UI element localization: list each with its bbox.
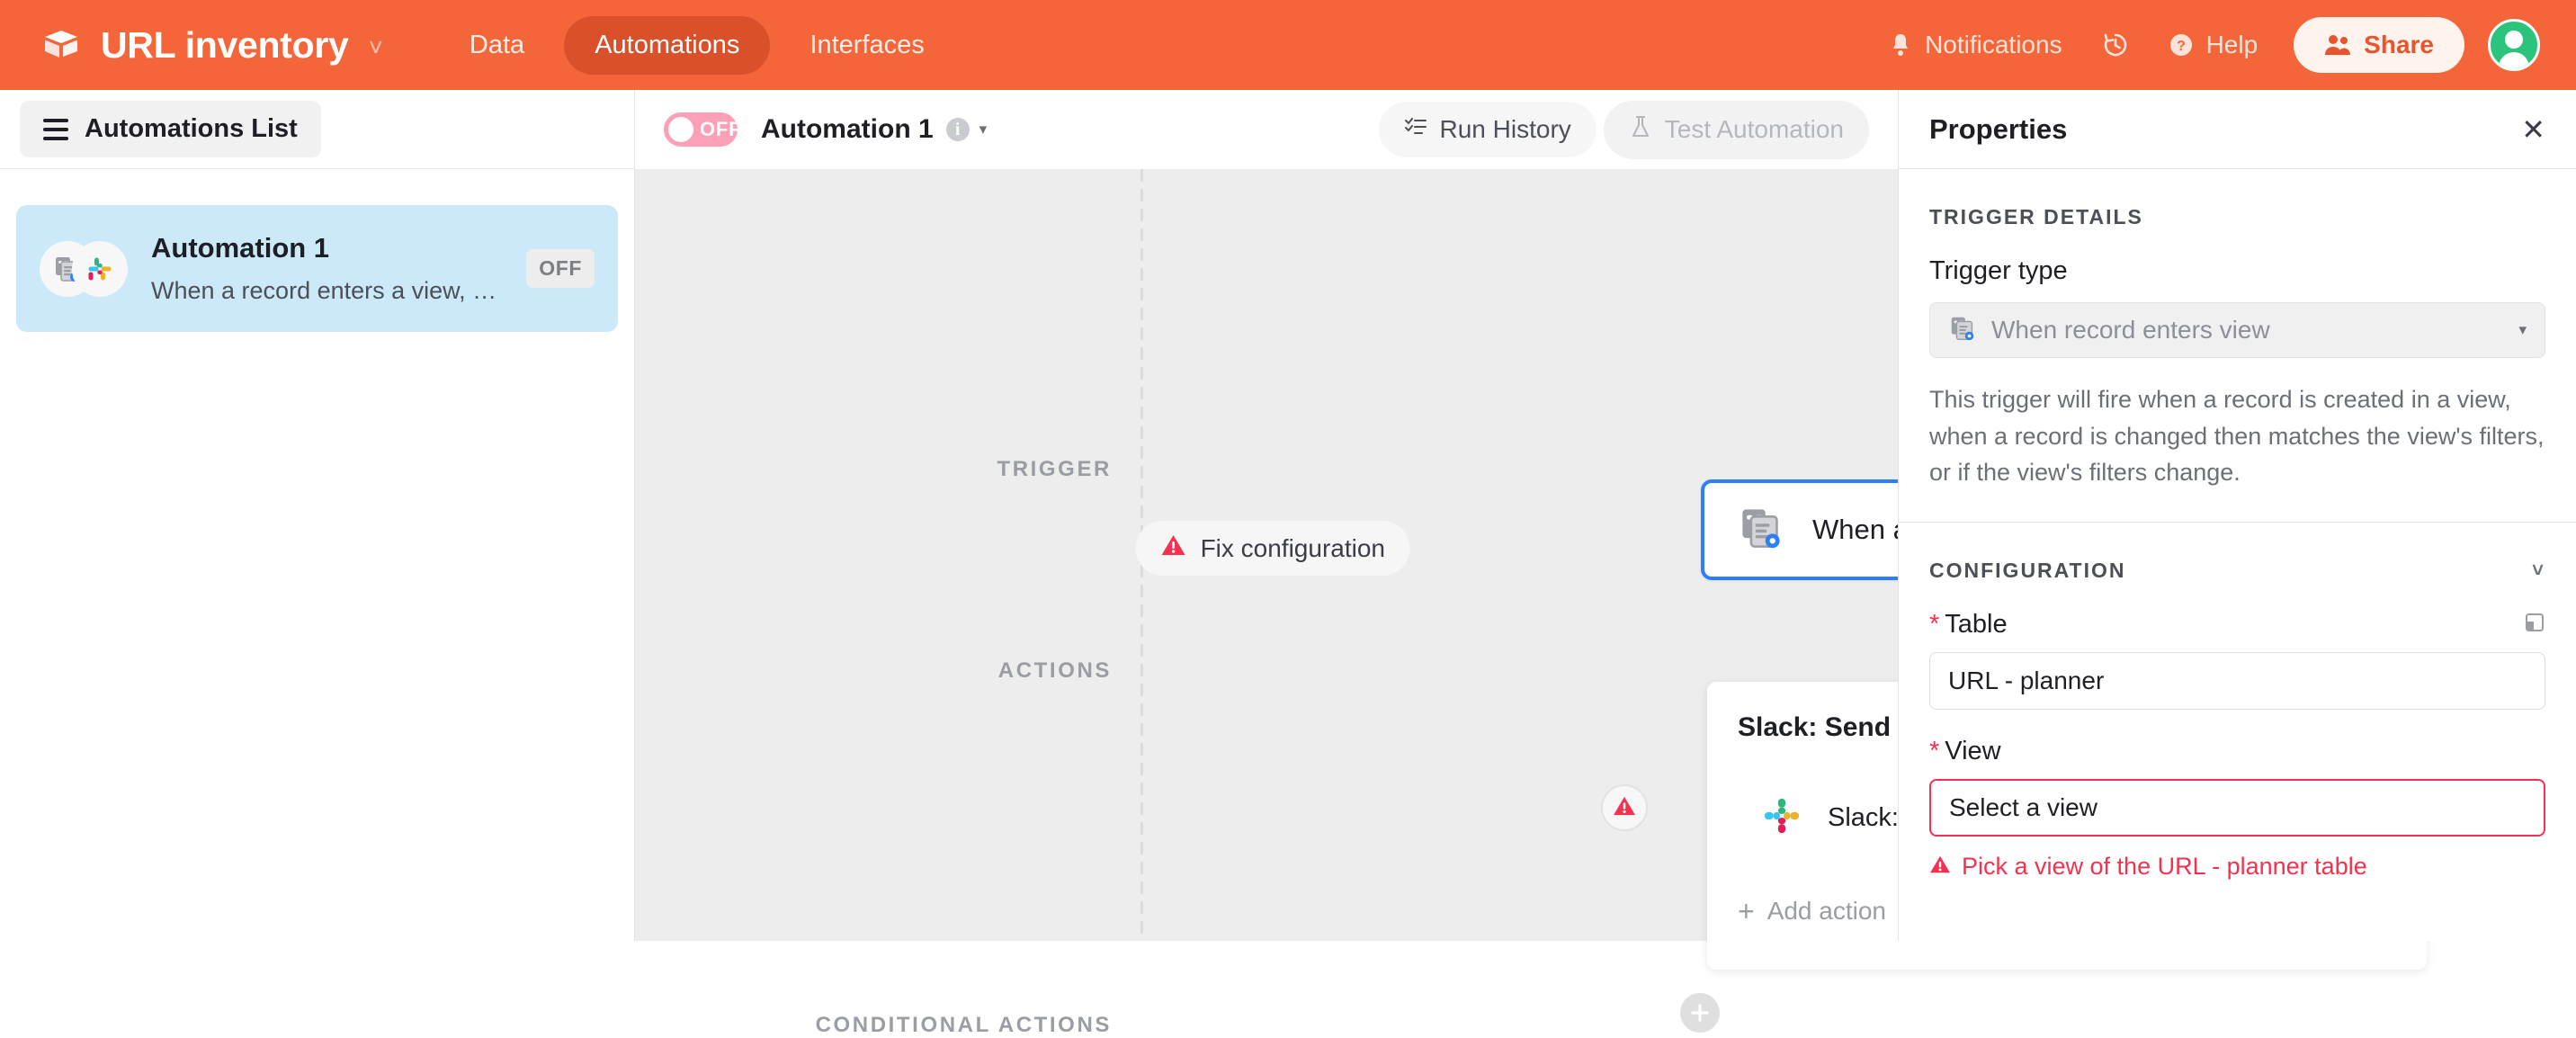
configuration-section: CONFIGURATION ˅ * Table URL - planner * Vi…	[1899, 521, 2576, 881]
properties-panel: Properties ✕ TRIGGER DETAILS Trigger typ…	[1898, 90, 2576, 941]
automations-list-label: Automations List	[85, 114, 298, 143]
list-item[interactable]: Automation 1 When a record enters a view…	[16, 205, 618, 332]
bell-icon	[1889, 32, 1912, 58]
info-icon[interactable]: i	[945, 118, 970, 141]
trigger-type-label: Trigger type	[1929, 256, 2068, 285]
section-label-trigger: TRIGGER	[997, 457, 1112, 481]
fix-configuration-label: Fix configuration	[1200, 533, 1385, 562]
primary-nav: Data Automations Interfaces	[439, 15, 955, 75]
automation-flow-canvas: TRIGGER ACTIONS CONDITIONAL ACTIONS Fix …	[635, 169, 2427, 1037]
trigger-type-value: When record enters view	[1991, 316, 2270, 344]
notifications-button[interactable]: Notifications	[1869, 20, 2082, 70]
question-circle-icon: ?	[2169, 32, 2194, 58]
trigger-details-title: TRIGGER DETAILS	[1929, 205, 2143, 228]
open-table-icon[interactable]	[2524, 612, 2545, 638]
automation-enable-toggle[interactable]: OFF	[664, 112, 742, 147]
tab-interfaces[interactable]: Interfaces	[779, 16, 954, 75]
automation-name[interactable]: Automation 1	[761, 114, 934, 145]
notifications-label: Notifications	[1925, 31, 2062, 58]
configuration-title[interactable]: CONFIGURATION ˅	[1929, 559, 2545, 583]
slack-icon	[72, 240, 128, 297]
flask-icon	[1629, 114, 1652, 146]
required-asterisk: *	[1929, 609, 1940, 639]
sidebar-header: Automations List	[0, 90, 634, 169]
toolbar-actions: Run History Test Automation	[1378, 100, 1869, 159]
view-value: Select a view	[1949, 792, 2097, 821]
people-icon	[2324, 33, 2351, 57]
configuration-title-label: CONFIGURATION	[1929, 558, 2126, 582]
svg-text:?: ?	[2177, 39, 2186, 54]
list-item-title: Automation 1	[151, 232, 330, 264]
base-title: URL inventory	[101, 23, 349, 66]
view-error-text: Pick a view of the URL - planner table	[1962, 852, 2367, 880]
tab-automations[interactable]: Automations	[564, 15, 771, 75]
chevron-down-icon[interactable]: ˅	[369, 35, 383, 60]
share-label: Share	[2364, 31, 2434, 58]
add-action-label: Add action	[1767, 897, 1887, 925]
fix-configuration-button[interactable]: Fix configuration	[1135, 521, 1410, 576]
table-label-text: Table	[1945, 609, 2008, 639]
toggle-knob	[668, 117, 693, 142]
tab-data[interactable]: Data	[439, 16, 555, 75]
trigger-type-select[interactable]: When record enters view ▾	[1929, 302, 2545, 358]
app-header-actions: Notifications ? Help Share	[1869, 17, 2540, 73]
run-history-button[interactable]: Run History	[1378, 102, 1597, 157]
automations-list-button[interactable]: Automations List	[20, 101, 321, 157]
view-input[interactable]: Select a view	[1929, 778, 2545, 837]
table-input[interactable]: URL - planner	[1929, 651, 2545, 710]
close-icon[interactable]: ✕	[2521, 115, 2545, 144]
test-automation-label: Test Automation	[1664, 115, 1844, 143]
run-history-icon	[1404, 115, 1427, 144]
automation-canvas-column: OFF Automation 1 i ▾ Run History Test Au…	[635, 90, 2427, 1037]
automation-icons	[40, 240, 128, 297]
properties-title: Properties	[1929, 112, 2068, 145]
history-clock-icon	[2102, 31, 2129, 58]
properties-header: Properties ✕	[1899, 90, 2576, 169]
trigger-details-section: TRIGGER DETAILS Trigger type When record…	[1899, 169, 2576, 491]
run-history-label: Run History	[1439, 115, 1571, 143]
hamburger-icon	[43, 118, 68, 140]
view-label-text: View	[1945, 736, 2001, 765]
toggle-state-label: OFF	[700, 118, 742, 140]
help-label: Help	[2205, 31, 2258, 58]
chevron-down-icon[interactable]: ˅	[2532, 559, 2545, 582]
section-label-conditional-actions: CONDITIONAL ACTIONS	[815, 1013, 1112, 1037]
record-enters-view-icon	[1948, 314, 1977, 347]
required-asterisk: *	[1929, 736, 1940, 765]
list-item-subtitle: When a record enters a view, send a …	[151, 277, 503, 304]
warning-triangle-icon	[1613, 795, 1636, 821]
slack-icon	[1761, 795, 1802, 841]
action-warning-indicator[interactable]	[1601, 784, 1648, 831]
chevron-down-icon[interactable]: ▾	[979, 121, 988, 139]
automations-sidebar: Automations List Automation 1 When a rec…	[0, 90, 635, 941]
test-automation-button[interactable]: Test Automation	[1603, 100, 1869, 159]
avatar[interactable]	[2488, 19, 2540, 71]
view-error-message: Pick a view of the URL - planner table	[1929, 853, 2545, 881]
table-label: * Table	[1929, 610, 2524, 640]
help-button[interactable]: ? Help	[2149, 20, 2278, 70]
section-label-actions: ACTIONS	[997, 658, 1112, 683]
status-badge: OFF	[526, 249, 595, 288]
view-label: * View	[1929, 737, 2545, 766]
history-button[interactable]	[2082, 21, 2149, 69]
airtable-logo-icon	[41, 25, 81, 65]
warning-triangle-icon	[1929, 853, 1951, 881]
brand-block[interactable]: URL inventory ˅	[41, 24, 383, 67]
list-item-text: Automation 1 When a record enters a view…	[151, 232, 503, 305]
warning-triangle-icon	[1161, 533, 1186, 563]
plus-icon: +	[1738, 895, 1755, 927]
add-conditional-action-button[interactable]	[1680, 993, 1720, 1033]
table-field-header: * Table	[1929, 610, 2545, 640]
automation-toolbar: OFF Automation 1 i ▾ Run History Test Au…	[635, 90, 1898, 169]
table-value: URL - planner	[1948, 666, 2105, 694]
chevron-down-icon: ▾	[2518, 321, 2527, 338]
share-button[interactable]: Share	[2294, 17, 2464, 73]
trigger-description: This trigger will fire when a record is …	[1929, 386, 2545, 486]
app-header: URL inventory ˅ Data Automations Interfa…	[0, 0, 2576, 90]
record-enters-view-icon	[1737, 504, 1785, 557]
